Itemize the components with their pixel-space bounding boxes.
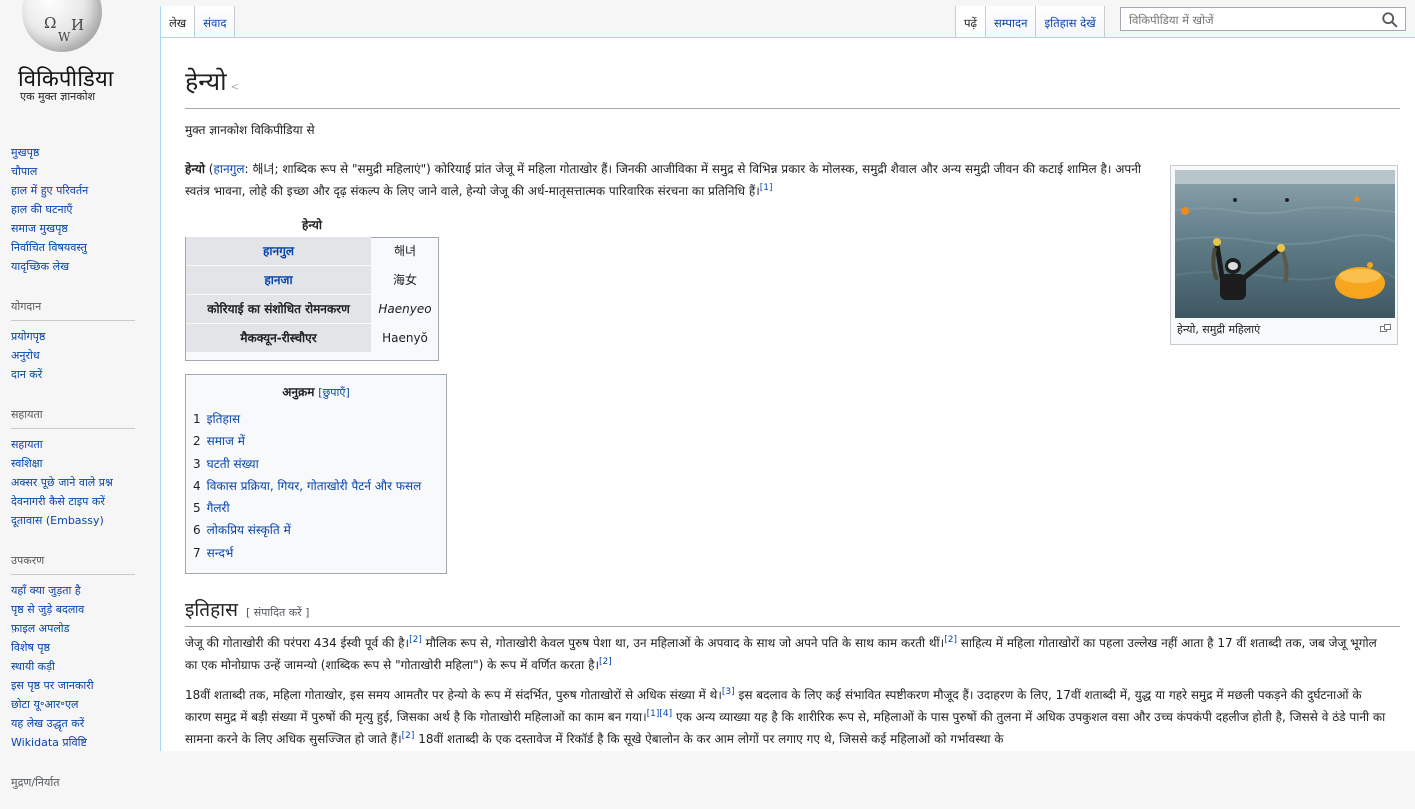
wikipedia-logo[interactable]: Ω И W विकिपीडिया एक मुक्त ज्ञानकोश — [0, 0, 160, 120]
tab-history[interactable]: इतिहास देखें — [1036, 6, 1105, 38]
sidebar-item-featured-content[interactable]: निर्वाचित विषयवस्तु — [11, 238, 160, 257]
table-of-contents: अनुक्रम [छुपाएँ] 1 इतिहास 2 समाज में 3 घटती… — [185, 374, 447, 574]
haenyeo-photo[interactable] — [1175, 170, 1395, 318]
tab-read[interactable]: पढ़ें — [955, 6, 987, 38]
sidebar-portal-help: सहायता सहायता स्वशिक्षा अक्सर पूछे जाने … — [0, 397, 160, 530]
sidebar-item-wikidata[interactable]: Wikidata प्रविष्टि — [11, 733, 160, 752]
search-icon[interactable] — [1381, 11, 1399, 29]
infobox-row: हानजा 海女 — [186, 266, 438, 294]
sidebar-item-donate[interactable]: दान करें — [11, 365, 160, 384]
portal-heading[interactable]: मुद्रण/निर्यात — [11, 765, 135, 796]
portal-heading: योगदान — [11, 289, 135, 321]
infobox-row: हानगुल 해녀 — [186, 237, 438, 265]
sidebar-item-main-page[interactable]: मुखपृष्ठ — [11, 143, 160, 162]
section-heading-history: इतिहास[ संपादित करें ] — [185, 596, 1400, 627]
sidebar-item-related-changes[interactable]: पृष्ठ से जुड़े बदलाव — [11, 600, 160, 619]
reference-link[interactable]: [2] — [599, 657, 612, 667]
sidebar-item-sandbox[interactable]: प्रयोगपृष्ठ — [11, 327, 160, 346]
sidebar-item-recent-changes[interactable]: हाल में हुए परिवर्तन — [11, 181, 160, 200]
reference-link[interactable]: [2] — [402, 731, 415, 741]
infobox: हानगुल 해녀 हानजा 海女 कोरियाई का संशोधित रो… — [185, 237, 439, 361]
reference-link[interactable]: [2] — [944, 635, 957, 645]
site-subtitle: मुक्त ज्ञानकोश विकिपीडिया से — [185, 123, 315, 137]
article-content: हेन्यो < मुक्त ज्ञानकोश विकिपीडिया से हेन… — [160, 37, 1415, 751]
page-title: हेन्यो < — [185, 64, 1400, 109]
sidebar-item-random-article[interactable]: यादृच्छिक लेख — [11, 257, 160, 276]
toc-title: अनुक्रम [छुपाएँ] — [282, 385, 350, 399]
logo-tagline: एक मुक्त ज्ञानकोश — [20, 90, 96, 103]
search-input[interactable] — [1127, 9, 1371, 31]
reference-link[interactable]: [3] — [722, 687, 735, 697]
sidebar-item-help[interactable]: सहायता — [11, 435, 160, 454]
history-paragraph: जेजू की गोताखोरी की परंपरा 434 ईस्वी पूर… — [185, 635, 1377, 673]
toc-item[interactable]: 6 लोकप्रिय संस्कृति में — [193, 519, 446, 541]
infobox-row: कोरियाई का संशोधित रोमनकरण Haenyeo — [186, 295, 438, 323]
infobox-row: मैकक्यून-रीस्चौएर Haenyŏ — [186, 324, 438, 352]
toc-toggle[interactable]: [छुपाएँ] — [318, 386, 349, 399]
toc-item[interactable]: 1 इतिहास — [193, 408, 446, 430]
hangul-link[interactable]: हानगुल — [213, 162, 244, 176]
enlarge-icon[interactable] — [1380, 324, 1391, 332]
sidebar-item-current-events[interactable]: हाल की घटनाएँ — [11, 200, 160, 219]
sidebar-item-special-pages[interactable]: विशेष पृष्ठ — [11, 638, 160, 657]
namespace-tabs: लेख संवाद — [160, 6, 236, 38]
sidebar-item-community-portal[interactable]: समाज मुखपृष्ठ — [11, 219, 160, 238]
sidebar: मुखपृष्ठ चौपाल हाल में हुए परिवर्तन हाल … — [0, 140, 160, 809]
toc-item[interactable]: 3 घटती संख्या — [193, 453, 446, 475]
infobox-caption: हेन्यो — [302, 218, 322, 232]
search-box[interactable] — [1120, 7, 1406, 31]
view-tabs: पढ़ें सम्पादन इतिहास देखें — [955, 6, 1105, 38]
sidebar-item-what-links-here[interactable]: यहाँ क्या जुड़ता है — [11, 581, 160, 600]
sidebar-item-short-url[interactable]: छोटा यू॰आर॰एल — [11, 695, 160, 714]
tab-talk[interactable]: संवाद — [195, 6, 236, 38]
history-paragraph: 18वीं शताब्दी तक, महिला गोताखोर, इस समय … — [185, 687, 1386, 747]
portal-heading: उपकरण — [11, 543, 135, 575]
reference-link[interactable]: [1] — [647, 709, 660, 719]
sidebar-navigation: मुखपृष्ठ चौपाल हाल में हुए परिवर्तन हाल … — [0, 143, 160, 276]
sidebar-item-devanagari-typing[interactable]: देवनागरी कैसे टाइप करें — [11, 492, 160, 511]
sidebar-item-faq[interactable]: अक्सर पूछे जाने वाले प्रश्न — [11, 473, 160, 492]
toc-item[interactable]: 5 गैलरी — [193, 497, 446, 519]
edit-section-link[interactable]: [ संपादित करें ] — [246, 606, 310, 619]
sidebar-item-cite-page[interactable]: यह लेख उद्धृत करें — [11, 714, 160, 733]
sidebar-item-requests[interactable]: अनुरोध — [11, 346, 160, 365]
reference-link[interactable]: [4] — [659, 709, 672, 719]
toc-item[interactable]: 2 समाज में — [193, 430, 446, 452]
sidebar-item-page-info[interactable]: इस पृष्ठ पर जानकारी — [11, 676, 160, 695]
reference-link[interactable]: [2] — [409, 635, 422, 645]
puzzle-globe-icon: Ω И W — [22, 0, 102, 52]
tab-edit[interactable]: सम्पादन — [986, 6, 1037, 38]
sidebar-portal-print-export: मुद्रण/निर्यात — [0, 765, 160, 796]
lead-paragraph: हेन्यो (हानगुल: 해녀; शाब्दिक रूप से "समुद… — [185, 162, 1141, 198]
sidebar-item-tutorial[interactable]: स्वशिक्षा — [11, 454, 160, 473]
sidebar-item-community[interactable]: चौपाल — [11, 162, 160, 181]
sidebar-item-upload-file[interactable]: फ़ाइल अपलोड — [11, 619, 160, 638]
sidebar-portal-tools: उपकरण यहाँ क्या जुड़ता है पृष्ठ से जुड़े… — [0, 543, 160, 752]
tab-article[interactable]: लेख — [160, 6, 196, 38]
portal-heading: सहायता — [11, 397, 135, 429]
reference-link[interactable]: [1] — [760, 183, 773, 193]
share-icon[interactable]: < — [231, 82, 239, 93]
toc-item[interactable]: 7 सन्दर्भ — [193, 542, 446, 564]
thumbnail-figure: हेन्यो, समुद्री महिलाएं — [1170, 165, 1398, 345]
sidebar-portal-contribute: योगदान प्रयोगपृष्ठ अनुरोध दान करें — [0, 289, 160, 384]
toc-item[interactable]: 4 विकास प्रक्रिया, गियर, गोताखोरी पैटर्न … — [193, 475, 446, 497]
thumbnail-caption: हेन्यो, समुद्री महिलाएं — [1177, 323, 1261, 336]
sidebar-item-permanent-link[interactable]: स्थायी कड़ी — [11, 657, 160, 676]
sidebar-item-embassy[interactable]: दूतावास (Embassy) — [11, 511, 160, 530]
